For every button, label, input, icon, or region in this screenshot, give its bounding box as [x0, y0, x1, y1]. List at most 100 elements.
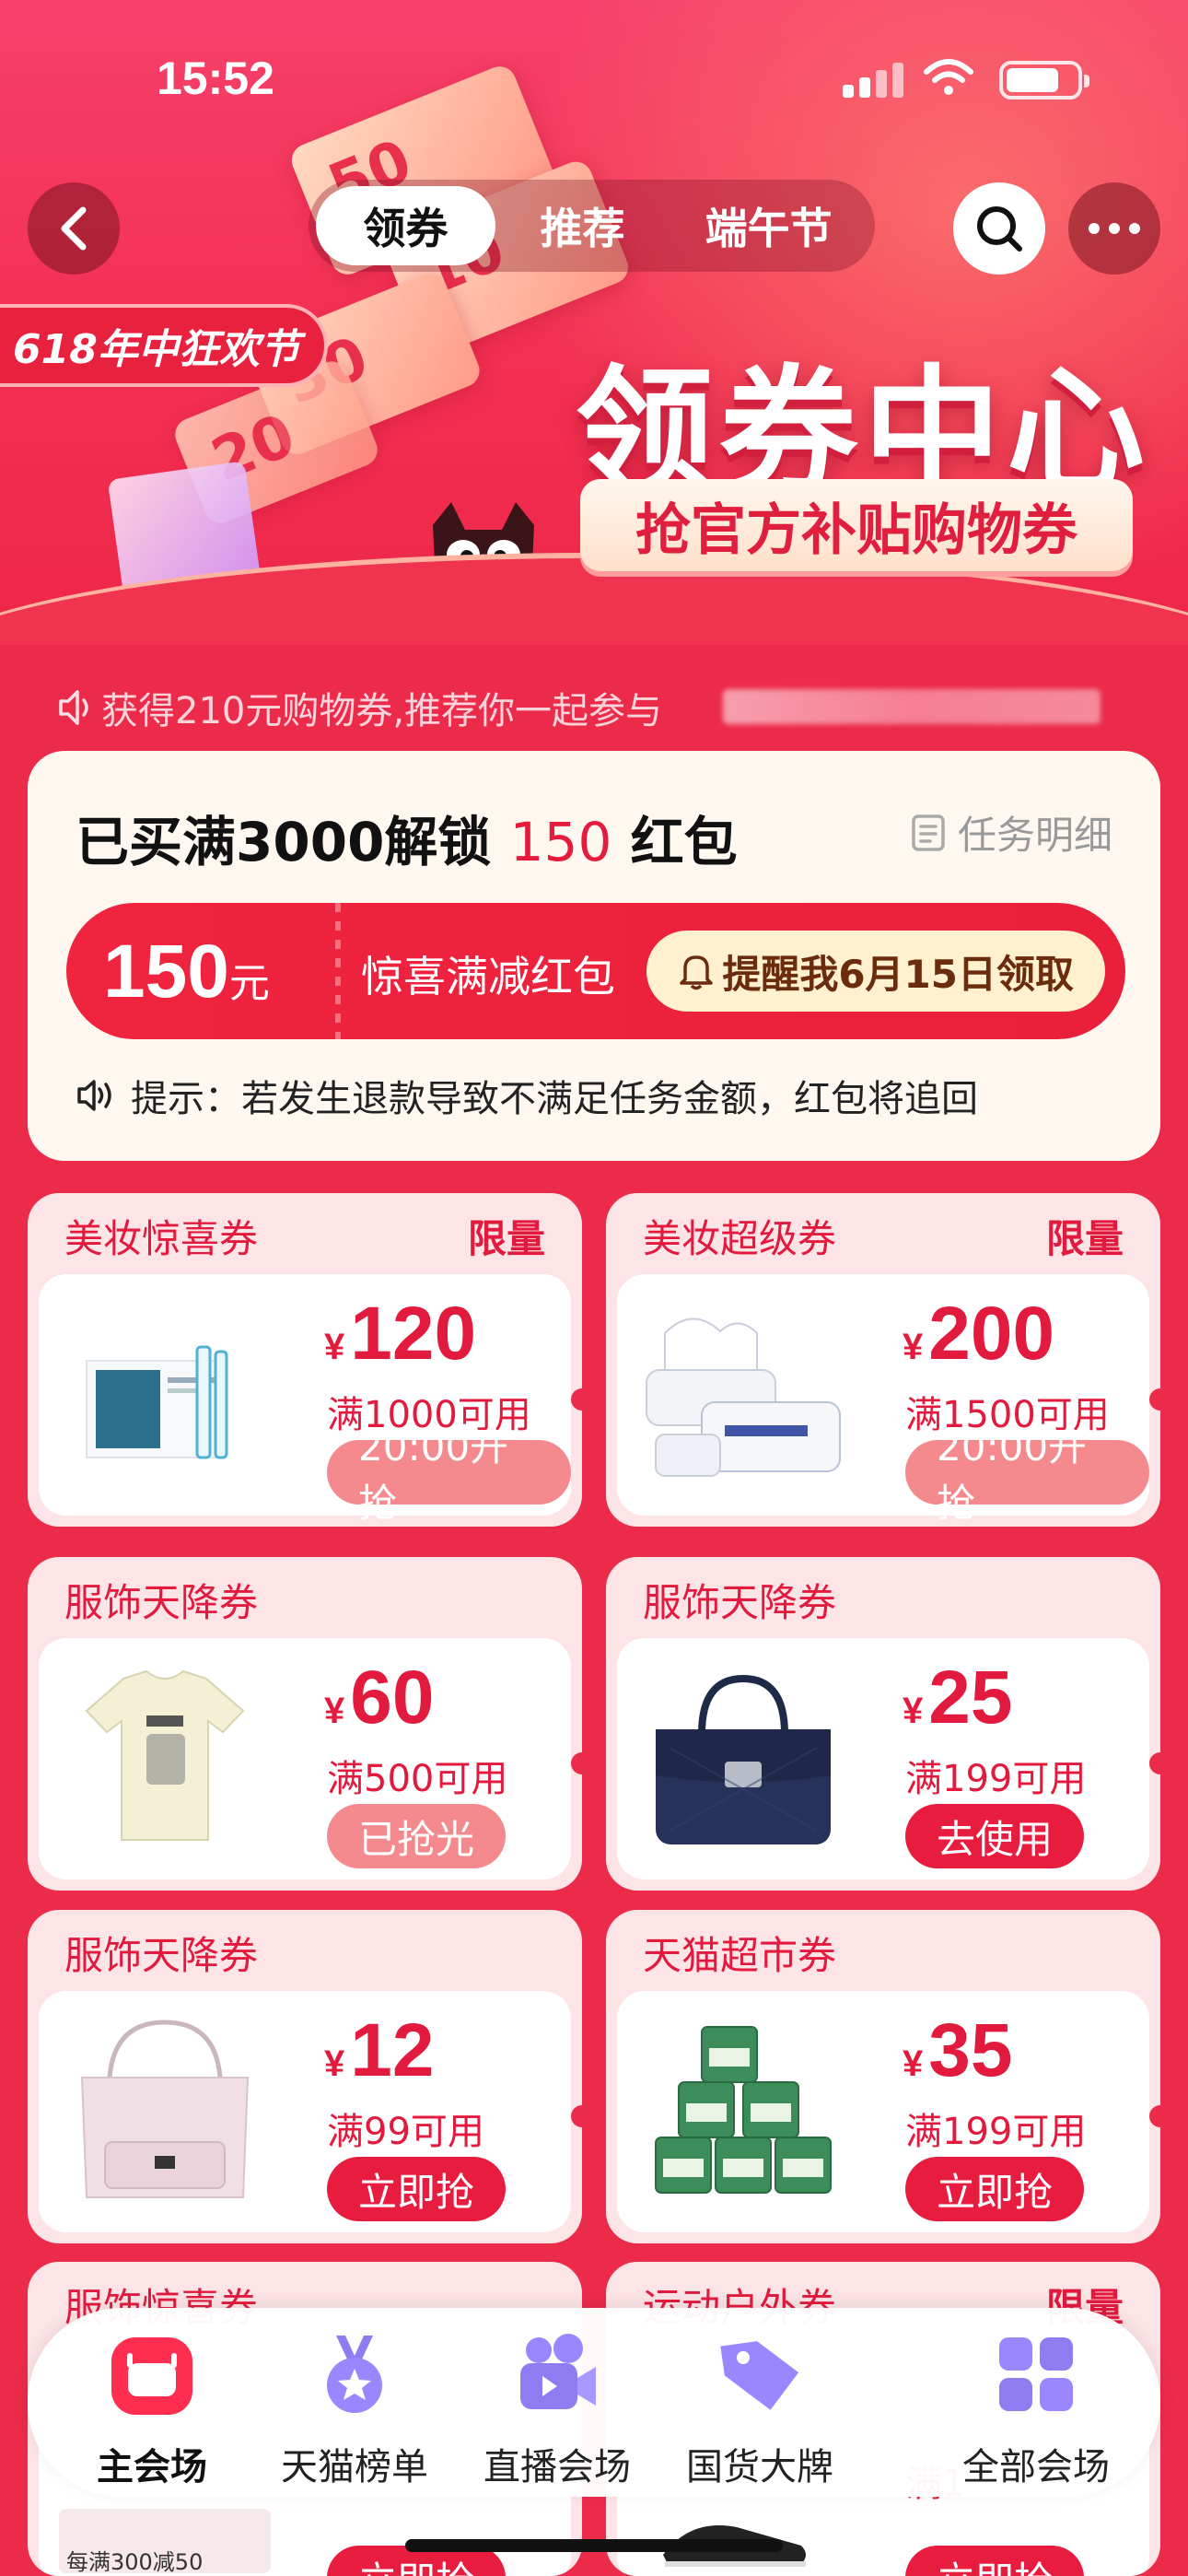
status-time: 15:52	[157, 53, 274, 104]
coupon-title: 美妆超级券	[643, 1216, 837, 1261]
coupon-condition: 满199可用	[905, 2111, 1087, 2153]
red-packet-unit: 元	[228, 961, 270, 1006]
coupon-value: 12	[350, 2008, 435, 2092]
coupon-card[interactable]: 服饰天降券 ¥25 满199可用 去使用	[606, 1557, 1160, 1891]
festival-badge: 618年中狂欢节	[0, 304, 328, 387]
bottom-nav: 主会场 天猫榜单 直播会场 国货大牌 全部会场	[28, 2308, 1160, 2497]
task-detail-label: 任务明细	[957, 813, 1112, 858]
limited-badge: 限量	[467, 1216, 545, 1261]
coupon-button[interactable]: 立即抢	[327, 2157, 507, 2221]
limited-badge: 限量	[1045, 1216, 1124, 1261]
coupon-condition: 满99可用	[327, 2111, 484, 2153]
coupon-value: 25	[928, 1656, 1013, 1739]
more-dots-icon	[1089, 223, 1140, 234]
coupon-price: ¥60	[324, 1655, 434, 1741]
tab-dragon-boat[interactable]: 端午节	[670, 186, 868, 265]
nav-tmall-ranking[interactable]: 天猫榜单	[253, 2328, 456, 2488]
currency-symbol: ¥	[903, 1691, 924, 1731]
ticket-notch	[1149, 1388, 1160, 1411]
wifi-icon	[924, 59, 973, 95]
battery-level	[1007, 68, 1058, 92]
promo-strip: 每满300减50	[59, 2509, 271, 2575]
search-icon	[977, 206, 1022, 252]
cellular-signal-icon	[843, 61, 907, 98]
coupon-price: ¥25	[903, 1655, 1012, 1741]
coupon-value: 200	[928, 1292, 1055, 1376]
coupon-card[interactable]: 美妆超级券 限量 ¥200 满1500可用 20:00开抢	[606, 1193, 1160, 1527]
coupon-button[interactable]: 已抢光	[327, 1804, 507, 1868]
coupon-title: 美妆惊喜券	[64, 1216, 259, 1261]
coupon-price: ¥120	[324, 1291, 476, 1377]
bell-icon	[680, 955, 714, 990]
tissue-product-image	[646, 1317, 841, 1477]
coupon-price: ¥200	[903, 1291, 1054, 1377]
tag-icon	[720, 2341, 799, 2410]
coupon-condition: 满500可用	[327, 1758, 508, 1800]
nav-live-venue[interactable]: 直播会场	[456, 2328, 658, 2488]
battery-icon	[999, 61, 1089, 100]
promo-text: 每满300减50	[66, 2549, 204, 2575]
task-card: 已买满3000解锁 150 红包 任务明细 150元 惊喜满减红包 提醒我6月1…	[28, 751, 1160, 1161]
red-packet-amount-value: 150	[103, 930, 229, 1013]
more-button[interactable]	[1068, 182, 1160, 275]
medal-icon	[327, 2336, 382, 2413]
tab-recommend[interactable]: 推荐	[495, 186, 670, 265]
task-title-prefix: 已买满3000解锁	[76, 811, 492, 873]
remind-me-button[interactable]: 提醒我6月15日领取	[646, 931, 1105, 1012]
nav-domestic-brands[interactable]: 国货大牌	[658, 2328, 861, 2488]
snack-cans-product-image	[655, 2026, 832, 2194]
nav-label: 主会场	[97, 2446, 207, 2488]
main-venue-icon	[111, 2337, 192, 2415]
currency-symbol: ¥	[324, 2043, 345, 2084]
coupon-value: 120	[350, 1292, 477, 1376]
home-indicator	[405, 2539, 783, 2552]
nav-main-venue[interactable]: 主会场	[51, 2328, 253, 2488]
nav-label: 天猫榜单	[281, 2446, 428, 2488]
sneaker-product-image	[663, 2525, 806, 2567]
pink-bag-product-image	[80, 2020, 250, 2198]
coupon-title: 服饰天降券	[64, 1580, 259, 1625]
coupon-button[interactable]: 20:00开抢	[327, 1424, 571, 1526]
coupon-card[interactable]: 美妆惊喜券 限量 ¥120 满1000可用 20:00开抢	[28, 1193, 582, 1527]
coupon-condition: 满199可用	[905, 1758, 1087, 1800]
coupon-title: 服饰天降券	[643, 1580, 837, 1625]
coupon-body: ¥25 满199可用 去使用	[617, 1638, 1149, 1879]
coupon-button[interactable]: 立即抢	[905, 2546, 1085, 2576]
coupon-body: ¥60 满500可用 已抢光	[39, 1638, 571, 1879]
ticker: 获得210元购物券,推荐你一起参与	[55, 682, 662, 733]
refund-tip: 提示：若发生退款导致不满足任务金额，红包将追回	[76, 1069, 978, 1122]
ticket-notch	[571, 1388, 582, 1411]
coupon-body: ¥200 满1500可用 20:00开抢	[617, 1274, 1149, 1526]
coupon-button[interactable]: 立即抢	[905, 2157, 1085, 2221]
coupon-card[interactable]: 服饰天降券 ¥60 满500可用 已抢光	[28, 1557, 582, 1891]
skincare-product-image	[86, 1345, 228, 1459]
remind-me-label: 提醒我6月15日领取	[722, 951, 1074, 997]
currency-symbol: ¥	[903, 2043, 924, 2084]
coupon-value: 35	[928, 2008, 1013, 2092]
tab-coupons[interactable]: 领券	[316, 186, 495, 265]
task-detail-link[interactable]: 任务明细	[910, 804, 1112, 861]
coupon-card[interactable]: 天猫超市券 ¥35 满199可用 立即抢	[606, 1910, 1160, 2243]
ticket-divider	[335, 903, 341, 1039]
nav-all-venues[interactable]: 全部会场	[935, 2328, 1137, 2488]
chevron-left-icon	[61, 206, 87, 251]
search-button[interactable]	[953, 182, 1045, 275]
red-packet-bar: 150元 惊喜满减红包 提醒我6月15日领取	[66, 903, 1125, 1039]
coupon-body: ¥120 满1000可用 20:00开抢	[39, 1274, 571, 1526]
ticket-notch	[571, 2105, 582, 2127]
nav-label: 全部会场	[962, 2446, 1110, 2488]
ticket-notch	[1149, 2105, 1160, 2127]
hero-subtitle: 抢官方补贴购物券	[580, 479, 1133, 571]
task-title-suffix: 红包	[630, 811, 738, 873]
coupon-body: ¥12 满99可用 立即抢	[39, 1991, 571, 2232]
currency-symbol: ¥	[324, 1327, 345, 1367]
coupon-button[interactable]: 去使用	[905, 1804, 1085, 1868]
task-title: 已买满3000解锁 150 红包	[76, 799, 738, 876]
red-packet-amount: 150元	[103, 929, 270, 1015]
coupon-card[interactable]: 服饰天降券 ¥12 满99可用 立即抢	[28, 1910, 582, 2243]
back-button[interactable]	[28, 182, 120, 275]
coupon-button[interactable]: 20:00开抢	[905, 1424, 1149, 1526]
currency-symbol: ¥	[324, 1691, 345, 1731]
grid-icon	[999, 2337, 1073, 2411]
red-packet-label: 惊喜满减红包	[361, 952, 615, 1001]
